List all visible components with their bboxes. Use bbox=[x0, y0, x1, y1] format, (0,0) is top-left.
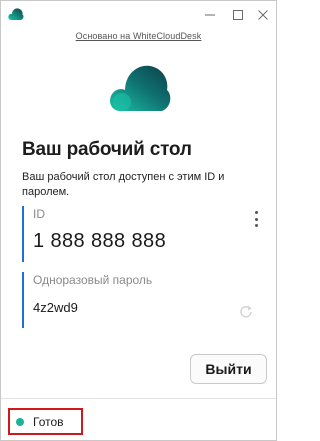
app-cloud-icon bbox=[8, 8, 24, 20]
status-indicator-dot bbox=[16, 417, 24, 426]
powered-by-link[interactable]: Основано на WhiteCloudDesk bbox=[1, 31, 276, 41]
more-options-icon[interactable] bbox=[251, 209, 261, 229]
maximize-icon bbox=[233, 10, 243, 20]
password-label: Одноразовый пароль bbox=[33, 273, 153, 287]
password-field: Одноразовый пароль 4z2wd9 bbox=[22, 272, 262, 328]
cloud-logo bbox=[110, 65, 171, 111]
status-bar: Готов bbox=[8, 408, 83, 435]
password-value[interactable]: 4z2wd9 bbox=[33, 300, 262, 315]
description-text: Ваш рабочий стол доступен с этим ID и па… bbox=[22, 171, 225, 198]
id-value[interactable]: 1 888 888 888 bbox=[33, 230, 262, 253]
footer-divider bbox=[1, 398, 276, 399]
exit-button[interactable]: Выйти bbox=[190, 354, 267, 384]
minimize-button[interactable] bbox=[201, 6, 219, 24]
id-field: ID 1 888 888 888 bbox=[22, 206, 262, 262]
title-bar[interactable] bbox=[1, 1, 276, 31]
status-text: Готов bbox=[33, 414, 64, 429]
close-icon bbox=[258, 10, 268, 20]
app-window: Основано на WhiteCloudDesk Ваш рабочий с… bbox=[0, 0, 277, 441]
maximize-button[interactable] bbox=[229, 6, 247, 24]
page-title: Ваш рабочий стол bbox=[22, 139, 192, 160]
minimize-icon bbox=[205, 14, 215, 16]
id-label: ID bbox=[33, 207, 45, 221]
refresh-icon[interactable] bbox=[237, 303, 255, 321]
close-button[interactable] bbox=[254, 6, 272, 24]
